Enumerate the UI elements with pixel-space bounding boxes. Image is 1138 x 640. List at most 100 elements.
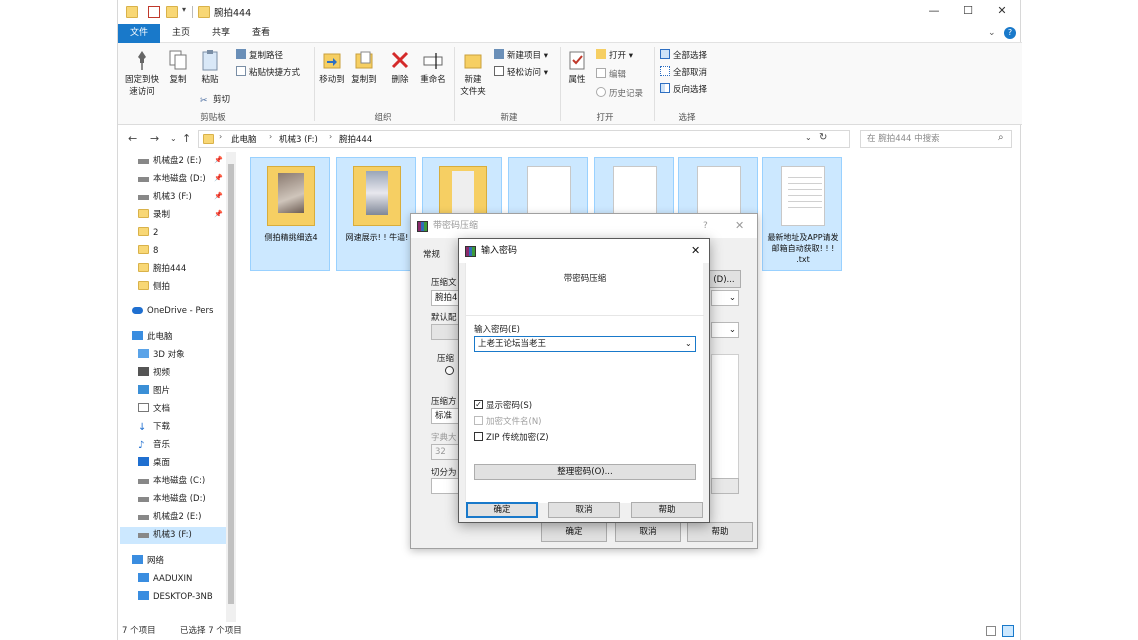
nav-item[interactable]: 文档 (138, 401, 230, 418)
move-to-button[interactable]: 移动到 (316, 49, 348, 85)
nav-item[interactable]: ↓ 下载 (138, 419, 230, 436)
close-icon[interactable]: ✕ (735, 214, 744, 238)
split-field[interactable] (431, 478, 461, 494)
browse-button[interactable]: (D)... (707, 270, 741, 288)
nav-item-onedrive[interactable]: OneDrive - Pers (132, 303, 224, 320)
minimize-button[interactable]: — (926, 4, 942, 18)
format-radio[interactable] (445, 366, 454, 375)
nav-item[interactable]: 腕拍444 (138, 261, 230, 278)
tab-general[interactable]: 常规 (423, 248, 440, 260)
nav-item-label: 网络 (147, 556, 165, 566)
folder-icon (138, 263, 149, 272)
profile-button[interactable] (431, 324, 461, 340)
tab-file[interactable]: 文件 (118, 24, 160, 43)
back-icon[interactable]: ← (128, 132, 137, 145)
delete-button[interactable]: 删除 (386, 49, 414, 85)
search-icon[interactable]: ⌕ (998, 132, 1004, 143)
select-all-button[interactable]: 全部选择 (660, 49, 707, 61)
nav-item[interactable]: 本地磁盘 (C:) (138, 473, 230, 490)
help-button[interactable]: 帮助 (631, 502, 703, 518)
open-button[interactable]: 打开 ▾ (596, 49, 633, 61)
encrypt-names-checkbox[interactable] (474, 416, 483, 425)
close-icon[interactable]: ✕ (691, 239, 700, 263)
nav-item[interactable]: 图片 (138, 383, 230, 400)
help-icon[interactable]: ? (1004, 27, 1016, 39)
nav-scrollbar[interactable] (226, 152, 236, 622)
cut-button[interactable]: ✂ 剪切 (200, 93, 230, 106)
chevron-down-icon[interactable]: ⌄ (685, 337, 692, 351)
file-item[interactable]: 网速展示! ! 牛逼! (336, 157, 416, 271)
file-item[interactable]: 侧拍精挑细选4 (250, 157, 330, 271)
nav-item[interactable]: 桌面 (138, 455, 230, 472)
history-button[interactable]: 历史记录 (596, 87, 643, 99)
breadcrumb-this-pc[interactable]: 此电脑 (231, 133, 257, 145)
rename-button[interactable]: 重命名 (416, 49, 450, 85)
edit-button[interactable]: 编辑 (596, 68, 626, 80)
close-button[interactable]: ✕ (994, 4, 1010, 18)
ok-button[interactable]: 确定 (541, 522, 607, 542)
archive-name-field[interactable]: 腕拍4 (431, 290, 461, 306)
parameters-field[interactable] (711, 478, 739, 494)
search-input[interactable]: 在 腕拍444 中搜索 (860, 130, 1012, 148)
nav-item[interactable]: 本地磁盘 (D:) (138, 491, 230, 508)
help-icon[interactable]: ? (703, 214, 708, 238)
cancel-button[interactable]: 取消 (548, 502, 620, 518)
nav-item[interactable]: 侧拍 (138, 279, 230, 296)
ok-button[interactable]: 确定 (466, 502, 538, 518)
copy-path-button[interactable]: 复制路径 (236, 49, 283, 61)
breadcrumb-drive[interactable]: 机械3 (F:) (279, 133, 318, 145)
quick-access-dropdown-icon[interactable]: ▾ (182, 5, 186, 14)
nav-item-this-pc[interactable]: 此电脑 (132, 329, 224, 346)
nav-item[interactable]: 视频 (138, 365, 230, 382)
invert-selection-button[interactable]: 反向选择 (660, 83, 707, 95)
nav-item[interactable]: 8 (138, 243, 230, 260)
easy-access-button[interactable]: 轻松访问 ▾ (494, 66, 548, 78)
address-dropdown-icon[interactable]: ⌄ (805, 133, 812, 142)
recent-dropdown-icon[interactable]: ⌄ (170, 134, 177, 143)
nav-item-network[interactable]: 网络 (132, 553, 224, 570)
cancel-button[interactable]: 取消 (615, 522, 681, 542)
tab-share[interactable]: 共享 (212, 24, 230, 43)
refresh-icon[interactable]: ↻ (819, 132, 827, 143)
copy-to-button[interactable]: 复制到 (348, 49, 380, 85)
new-item-button[interactable]: 新建项目 ▾ (494, 49, 548, 61)
method-field[interactable]: 标准 (431, 408, 461, 424)
zip-legacy-checkbox[interactable] (474, 432, 483, 441)
dictionary-field[interactable]: 32 (431, 444, 461, 460)
help-button[interactable]: 帮助 (687, 522, 753, 542)
nav-item[interactable]: ♪ 音乐 (138, 437, 230, 454)
tab-home[interactable]: 主页 (172, 24, 190, 43)
archive-dialog-title-bar: 带密码压缩 ? ✕ (411, 214, 757, 238)
update-mode-dropdown[interactable]: ⌄ (711, 322, 739, 338)
breadcrumb-folder[interactable]: 腕拍444 (339, 133, 372, 145)
properties-icon[interactable] (148, 6, 160, 18)
paste-shortcut-button[interactable]: 粘贴快捷方式 (236, 66, 300, 78)
address-bar[interactable]: › 此电脑 › 机械3 (F:) › 腕拍444 ⌄ ↻ (198, 130, 850, 148)
tab-view[interactable]: 查看 (252, 24, 270, 43)
up-icon[interactable]: ↑ (182, 132, 191, 145)
paste-button[interactable]: 粘贴 (196, 49, 224, 85)
large-icons-view-icon[interactable] (1002, 625, 1014, 637)
password-input[interactable]: 上老王论坛当老王 ⌄ (474, 336, 696, 352)
scrollbar-thumb[interactable] (228, 164, 234, 604)
details-view-icon[interactable] (986, 626, 996, 636)
properties-button[interactable]: 属性 (562, 49, 592, 85)
nav-item[interactable]: AADUXIN (138, 571, 230, 588)
file-item[interactable]: 最新地址及APP请发邮箱自动获取! ! ! .txt (762, 157, 842, 271)
select-none-button[interactable]: 全部取消 (660, 66, 707, 78)
pin-quick-access-button[interactable]: 固定到快 速访问 (122, 49, 162, 97)
nav-item[interactable]: 3D 对象 (138, 347, 230, 364)
new-folder-button[interactable]: 新建 文件夹 (456, 49, 490, 97)
show-password-checkbox[interactable]: ✓ (474, 400, 483, 409)
archive-name-dropdown[interactable]: ⌄ (711, 290, 739, 306)
organize-passwords-button[interactable]: 整理密码(O)... (474, 464, 696, 480)
nav-item[interactable]: 机械盘2 (E:) (138, 509, 230, 526)
nav-item-selected[interactable]: 机械3 (F:) (120, 527, 226, 544)
ribbon-collapse-icon[interactable]: ⌄ (988, 28, 996, 38)
nav-item[interactable]: DESKTOP-3NB (138, 589, 230, 606)
new-folder-icon[interactable] (166, 6, 178, 18)
nav-item[interactable]: 2 (138, 225, 230, 242)
maximize-button[interactable]: ☐ (960, 4, 976, 18)
copy-button[interactable]: 复制 (164, 49, 192, 85)
forward-icon[interactable]: → (150, 132, 159, 145)
